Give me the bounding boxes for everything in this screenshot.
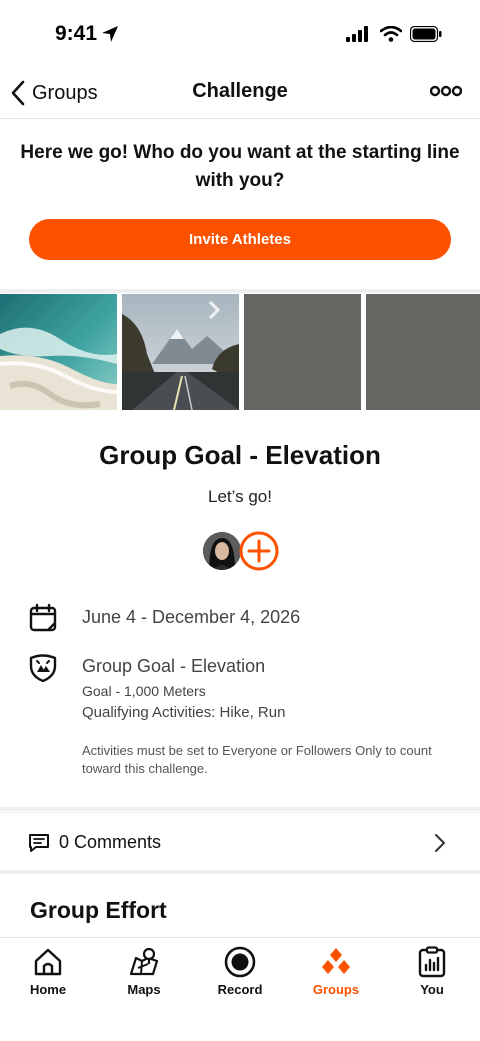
- group-effort-heading: Group Effort: [30, 897, 167, 923]
- comments-count: 0 Comments: [59, 832, 162, 852]
- tab-label: Record: [217, 982, 263, 997]
- nav-bar: Groups Challenge: [0, 70, 480, 119]
- status-bar: 9:41: [0, 0, 480, 70]
- calendar-icon: [29, 603, 57, 632]
- section-divider: [0, 807, 480, 811]
- tab-bar: Home Maps Record Groups You: [0, 937, 480, 1041]
- avatar-photo: [203, 532, 241, 570]
- chevron-right-icon: [435, 834, 445, 852]
- section-divider: [0, 870, 480, 874]
- goal-target: Goal - 1,000 Meters: [82, 683, 206, 699]
- more-options-icon[interactable]: [430, 84, 462, 98]
- tab-label: Groups: [312, 982, 360, 997]
- tab-groups[interactable]: Groups: [288, 946, 384, 997]
- comments-row[interactable]: 0 Comments: [0, 812, 480, 871]
- home-icon: [34, 948, 62, 976]
- challenge-note: Activities must be set to Everyone or Fo…: [82, 743, 432, 776]
- tab-you[interactable]: You: [384, 946, 480, 997]
- invite-section: Here we go! Who do you want at the start…: [0, 119, 480, 289]
- status-time: 9:41: [55, 22, 98, 45]
- you-icon: [418, 946, 446, 978]
- comment-icon: [29, 834, 49, 852]
- participant-avatars[interactable]: [203, 531, 283, 572]
- invite-athletes-button[interactable]: Invite Athletes: [29, 219, 451, 260]
- qualifying-activities: Qualifying Activities: Hike, Run: [82, 704, 286, 721]
- location-arrow-icon: [102, 26, 118, 42]
- challenge-badge-icon: [29, 654, 57, 682]
- challenge-title: Group Goal - Elevation: [99, 440, 381, 470]
- challenge-subtitle: Let’s go!: [208, 487, 272, 506]
- tab-record[interactable]: Record: [192, 946, 288, 997]
- back-label: Groups: [32, 81, 98, 104]
- tab-label: Home: [29, 982, 67, 997]
- back-button[interactable]: Groups: [10, 78, 98, 108]
- tab-home[interactable]: Home: [0, 946, 96, 997]
- media-tile-beach[interactable]: [0, 294, 117, 410]
- record-icon: [224, 946, 256, 978]
- invite-heading: Here we go! Who do you want at the start…: [20, 142, 460, 191]
- battery-icon: [410, 26, 442, 42]
- tab-label: Maps: [127, 982, 161, 997]
- chevron-left-icon: [11, 80, 25, 106]
- media-tile-placeholder[interactable]: [244, 294, 361, 410]
- road-photo: [122, 294, 239, 410]
- section-divider: [0, 289, 480, 293]
- avatar[interactable]: [203, 532, 241, 570]
- wifi-icon: [380, 26, 402, 42]
- tab-label: You: [420, 982, 444, 997]
- status-icons: [346, 26, 442, 42]
- goal-type: Group Goal - Elevation: [82, 656, 266, 676]
- challenge-date-range: June 4 - December 4, 2026: [82, 607, 301, 627]
- map-icon: [129, 947, 159, 976]
- media-tile-placeholder[interactable]: [366, 294, 480, 410]
- media-strip[interactable]: [0, 294, 480, 410]
- media-tile-road[interactable]: [122, 294, 239, 410]
- signal-icon: [346, 26, 368, 42]
- beach-photo: [0, 294, 117, 410]
- tab-maps[interactable]: Maps: [96, 946, 192, 997]
- add-participant-icon[interactable]: [239, 531, 279, 571]
- groups-icon: [322, 948, 350, 974]
